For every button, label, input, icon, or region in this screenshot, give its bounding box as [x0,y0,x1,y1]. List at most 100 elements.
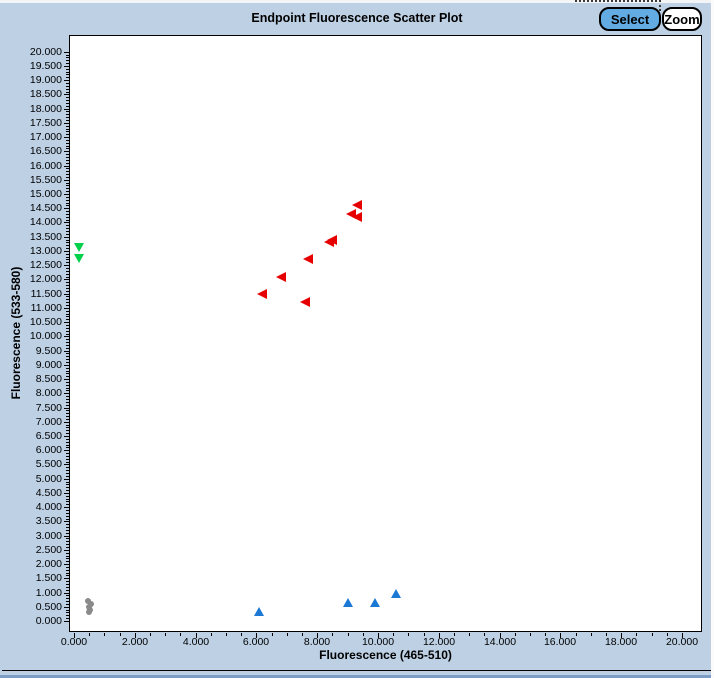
data-point-red-left-triangles[interactable] [300,297,310,307]
y-minor-tick [66,299,69,300]
y-minor-tick [66,271,69,272]
y-minor-tick [66,618,69,619]
y-minor-tick [66,570,69,571]
y-major-tick [64,308,69,309]
y-major-tick [64,265,69,266]
y-tick-label: 3.000 [35,530,62,542]
y-minor-tick [66,558,69,559]
y-tick-label: 2.500 [35,544,62,556]
y-minor-tick [66,311,69,312]
x-tick-label: 12.000 [422,636,456,648]
y-minor-tick [66,319,69,320]
x-tick-label: 18.000 [604,636,638,648]
y-minor-tick [66,353,69,354]
y-minor-tick [66,211,69,212]
data-point-blue-up-triangles[interactable] [343,598,353,607]
data-point-red-left-triangles[interactable] [303,254,313,264]
y-major-tick [64,578,69,579]
y-minor-tick [66,519,69,520]
y-minor-tick [66,268,69,269]
y-minor-tick [66,567,69,568]
y-minor-tick [66,575,69,576]
y-minor-tick [66,447,69,448]
y-minor-tick [66,373,69,374]
y-minor-tick [66,214,69,215]
y-major-tick [64,294,69,295]
y-minor-tick [66,197,69,198]
y-minor-tick [66,305,69,306]
y-minor-tick [66,188,69,189]
y-minor-tick [66,140,69,141]
y-minor-tick [66,538,69,539]
y-minor-tick [66,143,69,144]
y-minor-tick [66,55,69,56]
y-minor-tick [66,163,69,164]
data-point-red-left-triangles[interactable] [352,200,362,210]
y-minor-tick [66,134,69,135]
y-minor-tick [66,598,69,599]
y-major-tick [64,52,69,53]
data-point-green-down-triangles[interactable] [74,254,84,263]
y-minor-tick [66,368,69,369]
y-minor-tick [66,470,69,471]
y-minor-tick [66,225,69,226]
bottom-separator [2,670,712,671]
y-minor-tick [66,547,69,548]
data-point-green-down-triangles[interactable] [74,243,84,252]
data-point-gray-circles[interactable] [86,609,92,615]
y-major-tick [64,109,69,110]
y-minor-tick [66,371,69,372]
y-tick-label: 18.500 [29,88,62,100]
y-tick-label: 1.500 [35,572,62,584]
y-major-tick [64,621,69,622]
y-tick-label: 19.500 [29,60,62,72]
y-minor-tick [66,504,69,505]
y-minor-tick [66,254,69,255]
y-minor-tick [66,291,69,292]
x-tick-label: 8.000 [303,636,331,648]
data-point-red-left-triangles[interactable] [257,289,267,299]
zoom-button[interactable]: Zoom [662,7,702,31]
y-minor-tick [66,499,69,500]
data-point-blue-up-triangles[interactable] [370,598,380,607]
y-minor-tick [66,111,69,112]
plot-area[interactable] [69,35,702,632]
y-minor-tick [66,262,69,263]
y-major-tick [64,507,69,508]
y-minor-tick [66,385,69,386]
y-minor-tick [66,203,69,204]
y-minor-tick [66,154,69,155]
y-minor-tick [66,231,69,232]
data-point-blue-up-triangles[interactable] [254,607,264,616]
y-tick-label: 17.000 [29,131,62,143]
y-minor-tick [66,382,69,383]
y-minor-tick [66,103,69,104]
data-point-red-left-triangles[interactable] [327,235,337,245]
select-button[interactable]: Select [599,7,661,31]
x-axis-label: Fluorescence (465-510) [319,648,452,662]
y-minor-tick [66,277,69,278]
y-tick-label: 4.000 [35,501,62,513]
data-point-red-left-triangles[interactable] [276,272,286,282]
y-major-tick [64,222,69,223]
y-minor-tick [66,228,69,229]
y-minor-tick [66,501,69,502]
x-tick-label: 16.000 [543,636,577,648]
y-minor-tick [66,399,69,400]
y-minor-tick [66,177,69,178]
y-minor-tick [66,604,69,605]
y-minor-tick [66,476,69,477]
y-minor-tick [66,573,69,574]
x-tick-label: 6.000 [242,636,270,648]
y-axis-label: Fluorescence (533-580) [9,266,23,400]
y-tick-label: 17.500 [29,117,62,129]
y-minor-tick [66,302,69,303]
data-point-red-left-triangles[interactable] [352,212,362,222]
y-minor-tick [66,200,69,201]
y-minor-tick [66,160,69,161]
y-major-tick [64,208,69,209]
y-major-tick [64,479,69,480]
y-minor-tick [66,259,69,260]
data-point-blue-up-triangles[interactable] [391,589,401,598]
y-minor-tick [66,185,69,186]
